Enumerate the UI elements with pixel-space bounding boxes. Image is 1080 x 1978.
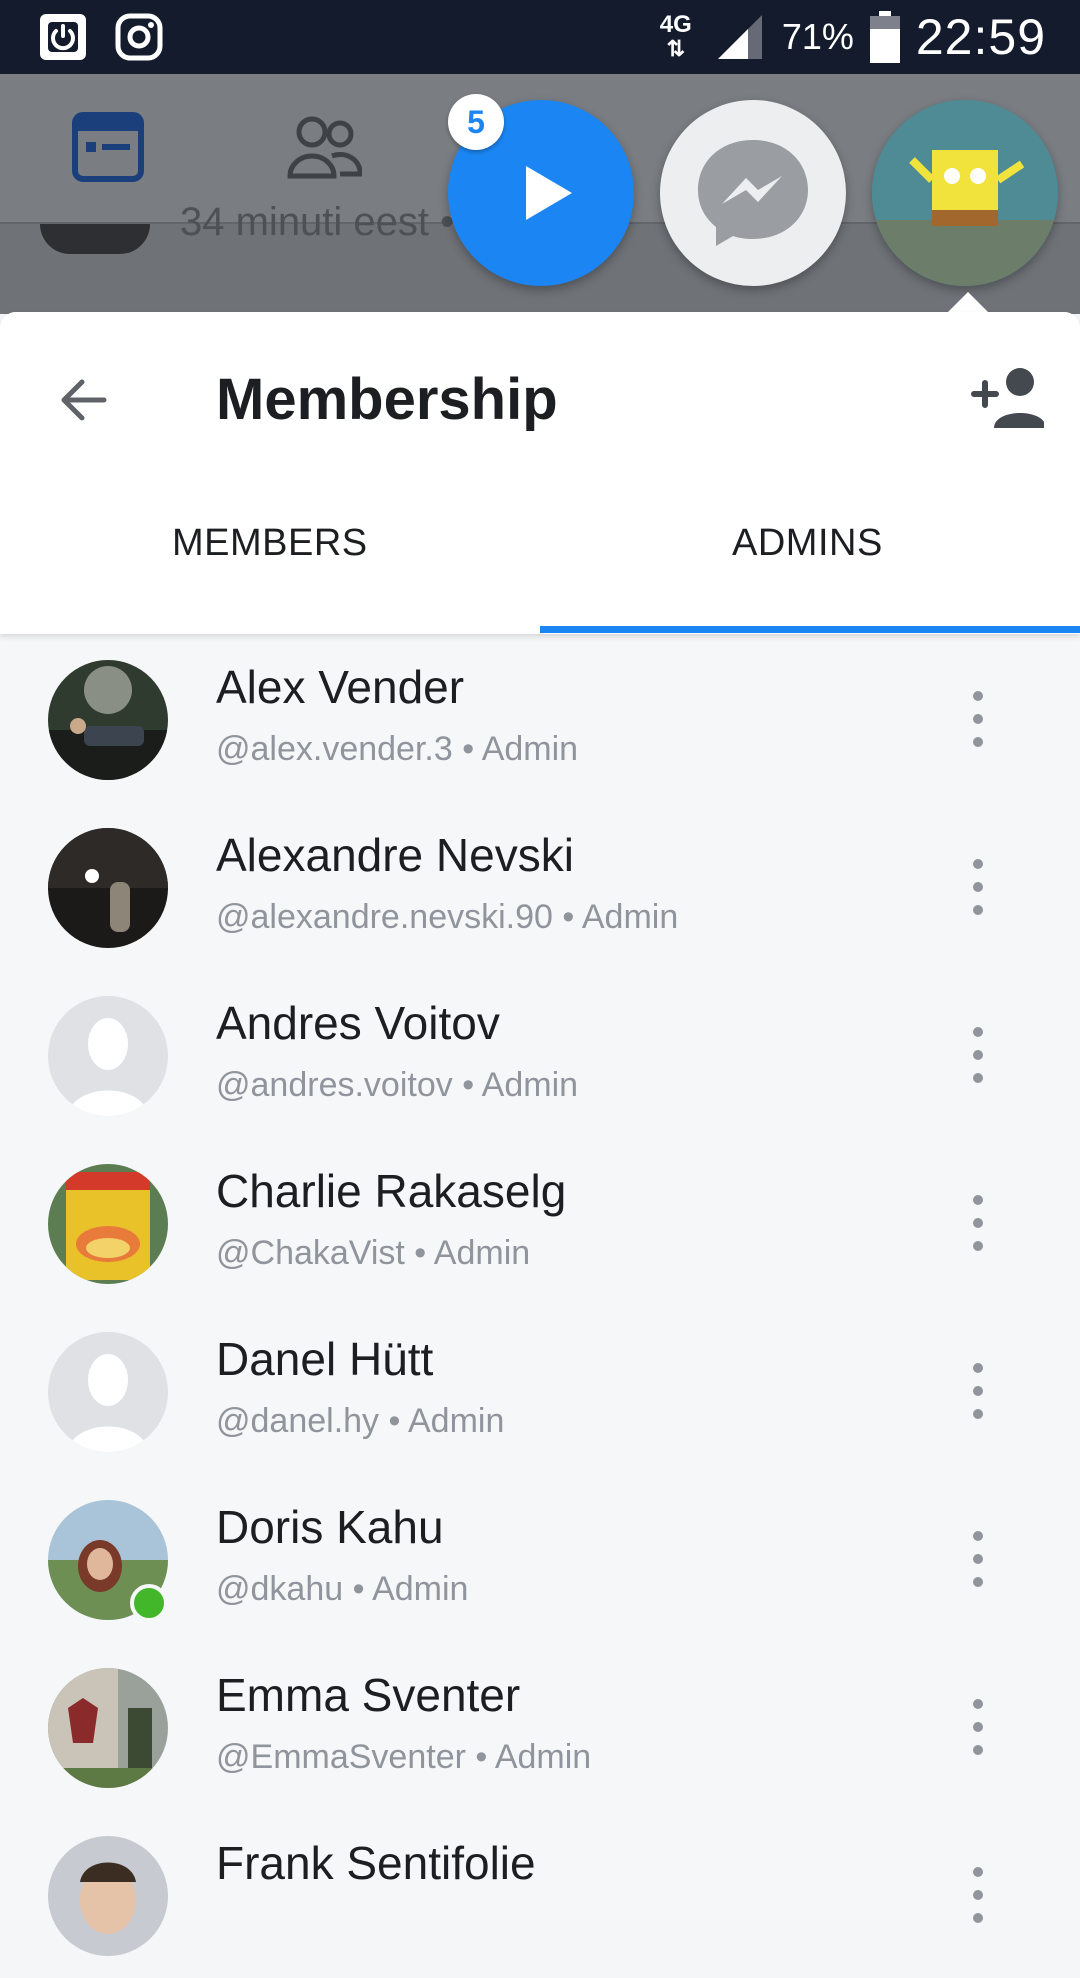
network-indicator: 4G ⇅ <box>659 11 692 61</box>
clock: 22:59 <box>915 9 1046 65</box>
member-name: Doris Kahu <box>216 1501 444 1553</box>
avatar <box>48 1836 168 1956</box>
avatar <box>48 828 168 948</box>
avatar <box>48 1332 168 1452</box>
tab-admins[interactable]: ADMINS <box>732 522 883 565</box>
tab-members[interactable]: MEMBERS <box>172 522 368 565</box>
more-options-icon[interactable] <box>968 852 988 922</box>
messenger-chat-head[interactable] <box>660 100 846 286</box>
contact-avatar-image <box>872 100 1058 286</box>
member-subtitle: @danel.hy • Admin <box>216 1402 505 1440</box>
list-item[interactable]: Alexandre Nevski @alexandre.nevski.90 • … <box>0 802 1080 970</box>
member-subtitle: @ChakaVist • Admin <box>216 1234 531 1272</box>
list-item[interactable]: Frank Sentifolie <box>0 1810 1080 1978</box>
avatar <box>48 660 168 780</box>
more-options-icon[interactable] <box>968 1188 988 1258</box>
member-name: Alex Vender <box>216 661 465 713</box>
list-item[interactable]: Danel Hütt @danel.hy • Admin <box>0 1306 1080 1474</box>
status-bar: 4G ⇅ 71% 22:59 <box>0 0 1080 74</box>
member-name: Andres Voitov <box>216 997 500 1049</box>
more-options-icon[interactable] <box>968 1020 988 1090</box>
page-title: Membership <box>216 367 558 432</box>
member-name: Alexandre Nevski <box>216 829 574 881</box>
more-options-icon[interactable] <box>968 1356 988 1426</box>
power-icon <box>40 14 86 60</box>
friends-icon <box>287 116 362 179</box>
member-subtitle: @alexandre.nevski.90 • Admin <box>216 898 679 936</box>
list-item[interactable]: Doris Kahu @dkahu • Admin <box>0 1474 1080 1642</box>
member-subtitle: @andres.voitov • Admin <box>216 1066 579 1104</box>
messenger-icon <box>698 140 808 246</box>
background-avatar <box>40 224 150 254</box>
member-name: Emma Sventer <box>216 1669 521 1721</box>
member-subtitle: @dkahu • Admin <box>216 1570 469 1608</box>
more-options-icon[interactable] <box>968 684 988 754</box>
member-subtitle: @alex.vender.3 • Admin <box>216 730 579 768</box>
add-member-icon[interactable] <box>970 364 1044 430</box>
avatar <box>48 1164 168 1284</box>
notification-badge: 5 <box>448 94 504 150</box>
battery-icon <box>869 11 900 63</box>
more-options-icon[interactable] <box>968 1692 988 1762</box>
online-status-indicator <box>130 1584 168 1622</box>
background-feed-text: 34 minuti eest • <box>180 200 455 244</box>
back-arrow-icon[interactable] <box>52 370 112 430</box>
panel-caret <box>946 292 990 314</box>
contact-chat-head[interactable] <box>872 100 1058 286</box>
list-item[interactable]: Charlie Rakaselg @ChakaVist • Admin <box>0 1138 1080 1306</box>
membership-panel: Membership MEMBERS ADMINS Alex Vender @a… <box>0 312 1080 1956</box>
instagram-icon <box>115 13 163 61</box>
list-item[interactable]: Emma Sventer @EmmaSventer • Admin <box>0 1642 1080 1810</box>
news-feed-icon <box>72 112 144 182</box>
list-item[interactable]: Alex Vender @alex.vender.3 • Admin <box>0 634 1080 802</box>
member-name: Danel Hütt <box>216 1333 434 1385</box>
header: Membership MEMBERS ADMINS <box>0 312 1080 634</box>
member-subtitle: @EmmaSventer • Admin <box>216 1738 592 1776</box>
admin-list: Alex Vender @alex.vender.3 • Admin Alexa… <box>0 634 1080 1978</box>
signal-icon <box>717 15 762 59</box>
member-name: Frank Sentifolie <box>216 1837 536 1889</box>
battery-percent: 71% <box>781 16 854 57</box>
avatar <box>48 1668 168 1788</box>
more-options-icon[interactable] <box>968 1524 988 1594</box>
member-name: Charlie Rakaselg <box>216 1165 567 1217</box>
avatar <box>48 996 168 1116</box>
list-item[interactable]: Andres Voitov @andres.voitov • Admin <box>0 970 1080 1138</box>
tab-selected-indicator <box>540 626 1080 633</box>
